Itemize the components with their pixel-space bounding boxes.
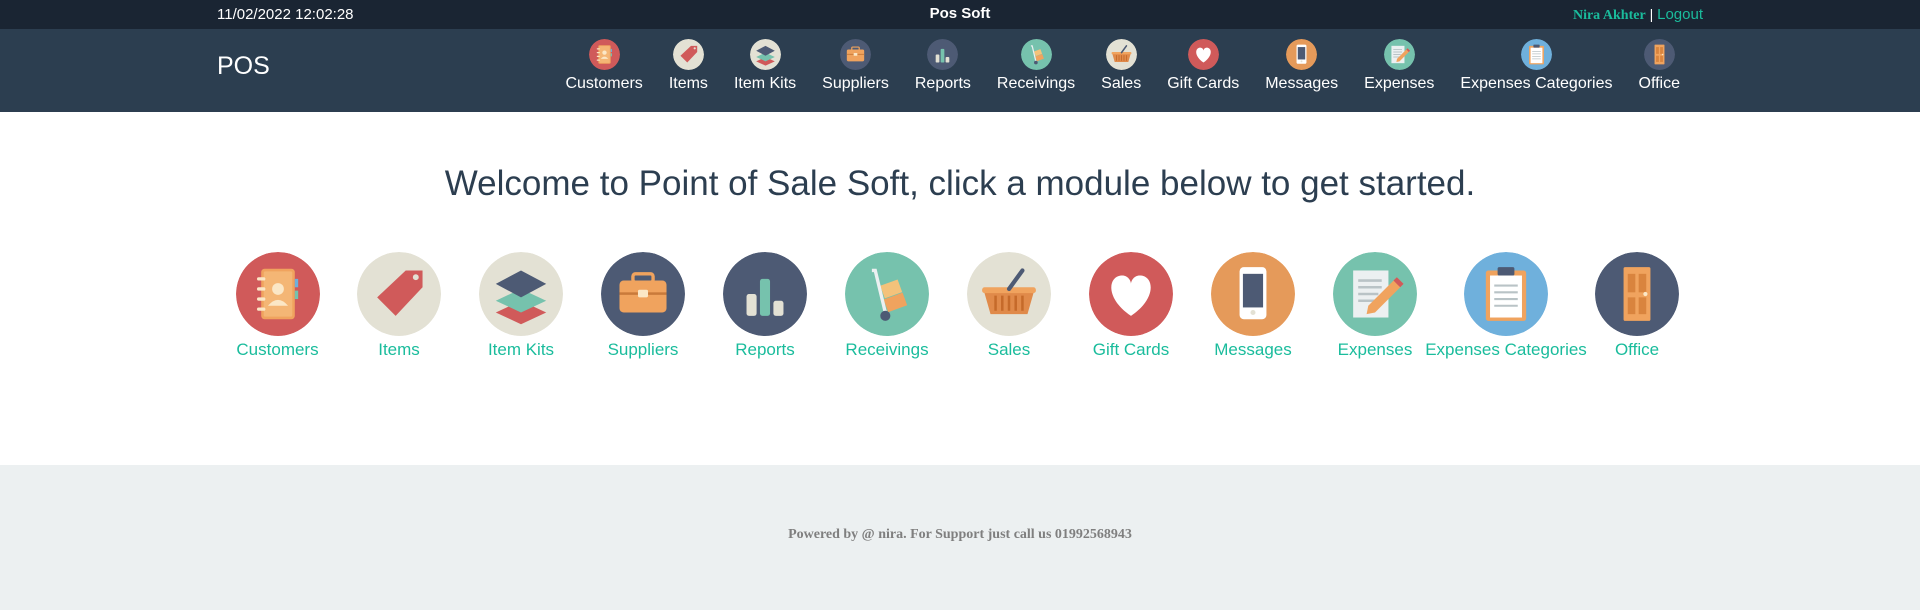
nav-item-sales[interactable]: Sales	[1088, 39, 1154, 93]
user-name[interactable]: Nira Akhter	[1573, 8, 1646, 23]
nav-item-expenses-categories[interactable]: Expenses Categories	[1447, 39, 1625, 93]
layers-icon	[479, 252, 563, 336]
module-label: Reports	[735, 340, 795, 359]
nav-item-expenses[interactable]: Expenses	[1351, 39, 1447, 93]
nav-item-label: Reports	[914, 75, 971, 92]
module-sales[interactable]: Sales	[948, 252, 1070, 360]
module-label: Sales	[987, 340, 1031, 359]
nav-item-label: Messages	[1265, 75, 1339, 92]
module-office[interactable]: Office	[1576, 252, 1698, 360]
tag-icon	[357, 252, 441, 336]
heart-icon	[1089, 252, 1173, 336]
nav-item-label: Office	[1638, 75, 1681, 92]
logout-link[interactable]: Logout	[1657, 6, 1703, 23]
footer: Powered by @ nira. For Support just call…	[0, 465, 1920, 610]
module-label: Item Kits	[487, 340, 555, 359]
footer-credit: Powered by @ nira. For Support just call…	[788, 527, 1132, 542]
nav-item-customers[interactable]: Customers	[552, 39, 655, 93]
module-label: Receivings	[845, 340, 929, 359]
hand-truck-icon	[1020, 39, 1052, 70]
tag-icon	[672, 39, 704, 70]
module-messages[interactable]: Messages	[1192, 252, 1314, 360]
layers-icon	[749, 39, 781, 70]
nav-item-label: Expenses	[1364, 75, 1435, 92]
module-gift-cards[interactable]: Gift Cards	[1070, 252, 1192, 360]
module-nav: Customers Items Item Kits Suppliers Reports R…	[552, 39, 1693, 93]
module-reports[interactable]: Reports	[704, 252, 826, 360]
phone-icon	[1211, 252, 1295, 336]
module-label: Messages	[1214, 340, 1292, 359]
module-label: Customers	[236, 340, 319, 359]
module-items[interactable]: Items	[338, 252, 460, 360]
pos-logo[interactable]: POS	[217, 52, 270, 81]
hand-truck-icon	[845, 252, 929, 336]
address-book-icon	[235, 252, 320, 336]
module-suppliers[interactable]: Suppliers	[582, 252, 704, 360]
module-label: Items	[378, 340, 420, 359]
nav-item-label: Expenses Categories	[1460, 75, 1613, 92]
nav-item-label: Sales	[1101, 75, 1142, 92]
nav-item-items[interactable]: Items	[656, 39, 721, 93]
nav-item-gift-cards[interactable]: Gift Cards	[1154, 39, 1252, 93]
module-item-kits[interactable]: Item Kits	[460, 252, 582, 360]
user-menu: Nira Akhter | Logout	[1573, 6, 1703, 24]
module-label: Office	[1614, 340, 1660, 359]
basket-icon	[1105, 39, 1137, 70]
module-customers[interactable]: Customers	[217, 252, 338, 360]
nav-item-label: Gift Cards	[1167, 75, 1240, 92]
module-expenses[interactable]: Expenses	[1314, 252, 1436, 360]
module-label: Expenses Categories	[1425, 340, 1587, 359]
phone-icon	[1286, 39, 1318, 70]
bar-chart-icon	[927, 39, 959, 70]
door-icon	[1595, 252, 1679, 336]
main-navbar: POS Customers Items Item Kits Suppliers Repo…	[0, 29, 1920, 112]
bar-chart-icon	[723, 252, 807, 336]
welcome-heading: Welcome to Point of Sale Soft, click a m…	[444, 164, 1476, 203]
module-label: Gift Cards	[1092, 340, 1170, 359]
heart-icon	[1187, 39, 1219, 70]
nav-item-reports[interactable]: Reports	[902, 39, 984, 93]
pencil-paper-icon	[1333, 252, 1417, 336]
briefcase-icon	[840, 39, 872, 70]
module-expenses-categories[interactable]: Expenses Categories	[1425, 252, 1587, 360]
nav-item-office[interactable]: Office	[1626, 39, 1694, 93]
pencil-paper-icon	[1383, 39, 1415, 70]
module-grid: Customers Items Item Kits Suppliers Reports R…	[217, 252, 1698, 360]
nav-item-label: Item Kits	[733, 75, 797, 92]
user-separator: |	[1649, 6, 1654, 22]
door-icon	[1643, 39, 1675, 70]
basket-icon	[967, 252, 1051, 336]
nav-item-label: Suppliers	[822, 75, 889, 92]
nav-item-messages[interactable]: Messages	[1252, 39, 1351, 93]
nav-item-item-kits[interactable]: Item Kits	[721, 39, 809, 93]
nav-item-suppliers[interactable]: Suppliers	[809, 39, 902, 93]
clipboard-icon	[1520, 39, 1552, 70]
nav-item-label: Customers	[565, 75, 643, 92]
module-label: Expenses	[1337, 340, 1413, 359]
nav-item-label: Items	[668, 75, 708, 92]
clipboard-icon	[1464, 252, 1548, 336]
briefcase-icon	[601, 252, 685, 336]
module-receivings[interactable]: Receivings	[826, 252, 948, 360]
address-book-icon	[588, 39, 620, 70]
nav-item-label: Receivings	[996, 75, 1076, 92]
nav-item-receivings[interactable]: Receivings	[984, 39, 1088, 93]
module-label: Suppliers	[607, 340, 679, 359]
top-bar: 11/02/2022 12:02:28 Pos Soft Nira Akhter…	[0, 0, 1920, 29]
